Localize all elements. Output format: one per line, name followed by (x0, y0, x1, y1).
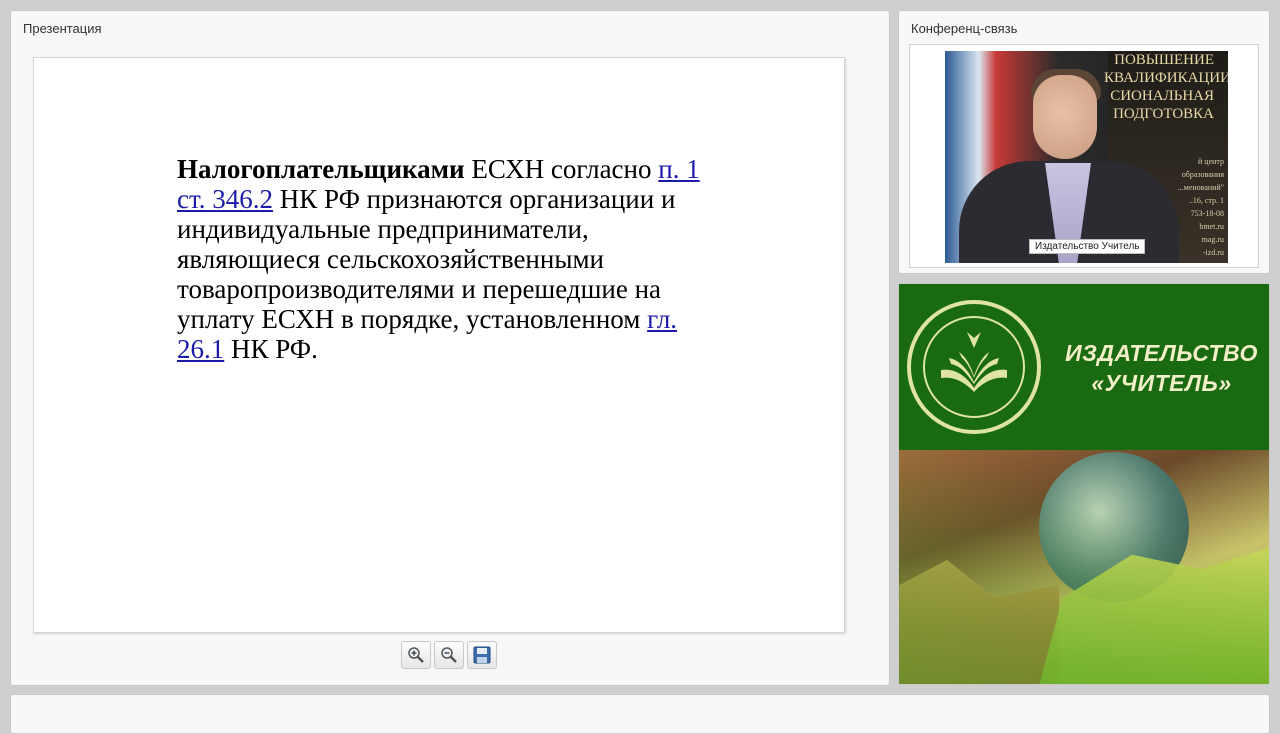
publisher-banner-image (899, 450, 1269, 684)
slide-text-part1: ЕСХН согласно (464, 154, 659, 184)
publisher-name-line2: «УЧИТЕЛЬ» (1091, 370, 1232, 396)
video-bg-line: КВАЛИФИКАЦИИ (1104, 70, 1228, 86)
slide-text-part3: НК РФ. (224, 334, 318, 364)
video-background-text: ПОВЫШЕНИЕ КВАЛИФИКАЦИИ СИОНАЛЬНАЯ ПОДГОТ… (1104, 51, 1228, 123)
save-button[interactable] (467, 641, 497, 669)
zoom-out-button[interactable] (434, 641, 464, 669)
slide-bold-term: Налогоплательщиками (177, 154, 465, 184)
publisher-logo (907, 300, 1041, 434)
presenter-head (1033, 75, 1097, 159)
video-frame: ПОВЫШЕНИЕ КВАЛИФИКАЦИИ СИОНАЛЬНАЯ ПОДГОТ… (909, 44, 1259, 268)
publisher-banner: ИЗДАТЕЛЬСТВО «УЧИТЕЛЬ» (898, 283, 1270, 685)
publisher-name-line1: ИЗДАТЕЛЬСТВО (1065, 340, 1258, 366)
zoom-in-icon (408, 647, 424, 663)
zoom-out-icon (441, 647, 457, 663)
video-bg-line: СИОНАЛЬНАЯ (1110, 88, 1214, 104)
bottom-panel (10, 694, 1270, 734)
presentation-toolbar (401, 641, 497, 671)
presentation-panel-title: Презентация (23, 21, 102, 36)
presentation-panel: Презентация Налогоплательщиками ЕСХН сог… (10, 10, 890, 686)
video-bg-line: ПОДГОТОВКА (1113, 106, 1214, 122)
conference-panel: Конференц-связь ПОВЫШЕНИЕ КВАЛИФИКАЦИИ С… (898, 10, 1270, 274)
zoom-in-button[interactable] (401, 641, 431, 669)
presentation-slide: Налогоплательщиками ЕСХН согласно п. 1 с… (33, 57, 845, 633)
publisher-name: ИЗДАТЕЛЬСТВО «УЧИТЕЛЬ» (1059, 338, 1264, 398)
conference-panel-title: Конференц-связь (911, 21, 1018, 36)
publisher-banner-top: ИЗДАТЕЛЬСТВО «УЧИТЕЛЬ» (899, 284, 1269, 450)
video-participant-label: Издательство Учитель (1029, 239, 1146, 254)
video-feed[interactable]: ПОВЫШЕНИЕ КВАЛИФИКАЦИИ СИОНАЛЬНАЯ ПОДГОТ… (945, 51, 1228, 263)
video-bg-small-line: й центр образования (1181, 157, 1224, 179)
slide-text: Налогоплательщиками ЕСХН согласно п. 1 с… (177, 154, 717, 364)
video-bg-line: ПОВЫШЕНИЕ (1114, 52, 1214, 68)
book-flame-icon (941, 332, 1007, 392)
banner-overlay (899, 450, 1269, 684)
save-icon (473, 646, 491, 664)
publisher-logo-inner-ring (923, 316, 1025, 418)
video-bg-small-line: ...менований" (1177, 183, 1224, 192)
